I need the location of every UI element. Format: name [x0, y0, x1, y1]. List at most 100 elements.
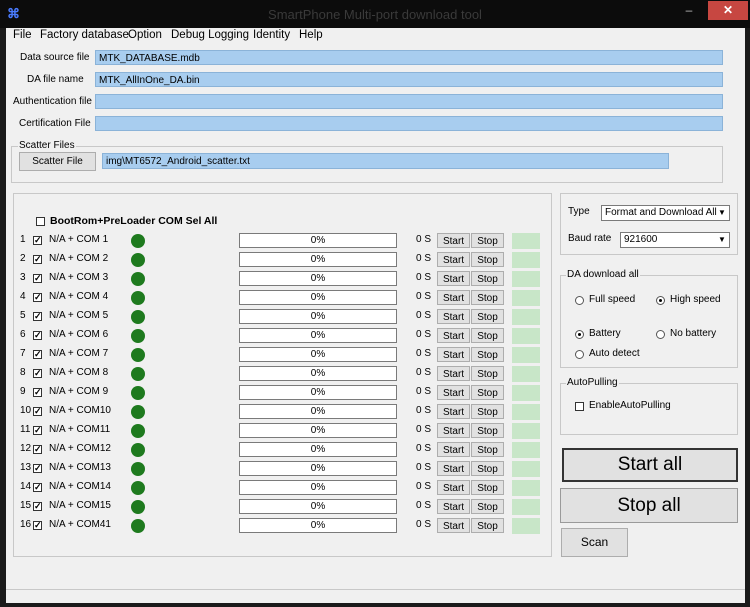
battery-label: Battery: [589, 328, 621, 339]
port-checkbox[interactable]: ✓: [33, 445, 42, 454]
start-button[interactable]: Start: [437, 328, 470, 343]
start-button[interactable]: Start: [437, 518, 470, 533]
port-row: 14 ✓ N/A + COM14 0% 0 S Start Stop: [6, 479, 551, 498]
port-row: 6 ✓ N/A + COM 6 0% 0 S Start Stop: [6, 327, 551, 346]
start-button[interactable]: Start: [437, 499, 470, 514]
no-battery-radio[interactable]: [656, 330, 665, 339]
port-status-cell: [512, 233, 540, 249]
high-speed-radio[interactable]: [656, 296, 665, 305]
progress-bar: 0%: [239, 499, 397, 514]
start-button[interactable]: Start: [437, 480, 470, 495]
port-checkbox[interactable]: ✓: [33, 407, 42, 416]
port-name: N/A + COM13: [49, 462, 111, 473]
select-all-checkbox[interactable]: [36, 217, 45, 226]
menu-identity[interactable]: Identity: [253, 29, 290, 41]
port-checkbox[interactable]: ✓: [33, 464, 42, 473]
status-led-icon: [131, 367, 145, 381]
stop-button[interactable]: Stop: [471, 366, 504, 381]
port-checkbox[interactable]: ✓: [33, 312, 42, 321]
auto-detect-radio[interactable]: [575, 350, 584, 359]
menu-option[interactable]: Option: [128, 29, 162, 41]
start-button[interactable]: Start: [437, 442, 470, 457]
port-checkbox[interactable]: ✓: [33, 255, 42, 264]
authentication-field[interactable]: [95, 94, 723, 109]
start-all-button[interactable]: Start all: [562, 448, 738, 482]
stop-button[interactable]: Stop: [471, 442, 504, 457]
progress-bar: 0%: [239, 385, 397, 400]
port-checkbox[interactable]: ✓: [33, 274, 42, 283]
port-index: 15: [20, 500, 32, 511]
menu-help[interactable]: Help: [299, 29, 323, 41]
start-button[interactable]: Start: [437, 385, 470, 400]
status-led-icon: [131, 291, 145, 305]
progress-bar: 0%: [239, 518, 397, 533]
start-button[interactable]: Start: [437, 233, 470, 248]
progress-bar: 0%: [239, 442, 397, 457]
stop-button[interactable]: Stop: [471, 328, 504, 343]
stop-button[interactable]: Stop: [471, 347, 504, 362]
start-button[interactable]: Start: [437, 252, 470, 267]
start-button[interactable]: Start: [437, 423, 470, 438]
stop-all-button[interactable]: Stop all: [560, 488, 738, 523]
port-checkbox[interactable]: ✓: [33, 331, 42, 340]
start-button[interactable]: Start: [437, 404, 470, 419]
port-status-cell: [512, 328, 540, 344]
port-checkbox[interactable]: ✓: [33, 388, 42, 397]
start-button[interactable]: Start: [437, 347, 470, 362]
baud-rate-select[interactable]: 921600 ▼: [620, 232, 730, 248]
scatter-file-button[interactable]: Scatter File: [19, 152, 96, 171]
stop-button[interactable]: Stop: [471, 404, 504, 419]
port-checkbox[interactable]: ✓: [33, 426, 42, 435]
stop-button[interactable]: Stop: [471, 423, 504, 438]
stop-button[interactable]: Stop: [471, 290, 504, 305]
port-row: 2 ✓ N/A + COM 2 0% 0 S Start Stop: [6, 251, 551, 270]
port-checkbox[interactable]: ✓: [33, 236, 42, 245]
status-led-icon: [131, 405, 145, 419]
scan-button[interactable]: Scan: [561, 528, 628, 557]
scatter-file-field[interactable]: img\MT6572_Android_scatter.txt: [102, 153, 669, 169]
stop-button[interactable]: Stop: [471, 252, 504, 267]
start-button[interactable]: Start: [437, 271, 470, 286]
port-checkbox[interactable]: ✓: [33, 293, 42, 302]
port-status-cell: [512, 252, 540, 268]
port-checkbox[interactable]: ✓: [33, 369, 42, 378]
stop-button[interactable]: Stop: [471, 271, 504, 286]
status-led-icon: [131, 348, 145, 362]
port-name: N/A + COM10: [49, 405, 111, 416]
elapsed-time: 0 S: [416, 519, 432, 530]
stop-button[interactable]: Stop: [471, 518, 504, 533]
port-status-cell: [512, 404, 540, 420]
stop-button[interactable]: Stop: [471, 309, 504, 324]
stop-button[interactable]: Stop: [471, 233, 504, 248]
high-speed-label: High speed: [670, 294, 721, 305]
full-speed-radio[interactable]: [575, 296, 584, 305]
auto-pulling-checkbox[interactable]: [575, 402, 584, 411]
full-speed-label: Full speed: [589, 294, 636, 305]
start-button[interactable]: Start: [437, 290, 470, 305]
port-index: 1: [20, 234, 26, 245]
port-checkbox[interactable]: ✓: [33, 502, 42, 511]
battery-radio[interactable]: [575, 330, 584, 339]
start-button[interactable]: Start: [437, 309, 470, 324]
type-select[interactable]: Format and Download All ▼: [601, 205, 730, 221]
data-source-field[interactable]: MTK_DATABASE.mdb: [95, 50, 723, 65]
close-button[interactable]: ✕: [708, 1, 748, 20]
baud-rate-label: Baud rate: [568, 233, 612, 244]
da-file-field[interactable]: MTK_AllInOne_DA.bin: [95, 72, 723, 87]
stop-button[interactable]: Stop: [471, 461, 504, 476]
certification-field[interactable]: [95, 116, 723, 131]
stop-button[interactable]: Stop: [471, 385, 504, 400]
port-checkbox[interactable]: ✓: [33, 350, 42, 359]
stop-button[interactable]: Stop: [471, 499, 504, 514]
progress-bar: 0%: [239, 271, 397, 286]
start-button[interactable]: Start: [437, 366, 470, 381]
port-name: N/A + COM 4: [49, 291, 109, 302]
minimize-button[interactable]: –: [676, 1, 702, 20]
menu-debug-logging[interactable]: Debug Logging: [171, 29, 249, 41]
menu-factory-database[interactable]: Factory database: [40, 29, 129, 41]
port-checkbox[interactable]: ✓: [33, 521, 42, 530]
menu-file[interactable]: File: [13, 29, 32, 41]
stop-button[interactable]: Stop: [471, 480, 504, 495]
start-button[interactable]: Start: [437, 461, 470, 476]
port-checkbox[interactable]: ✓: [33, 483, 42, 492]
